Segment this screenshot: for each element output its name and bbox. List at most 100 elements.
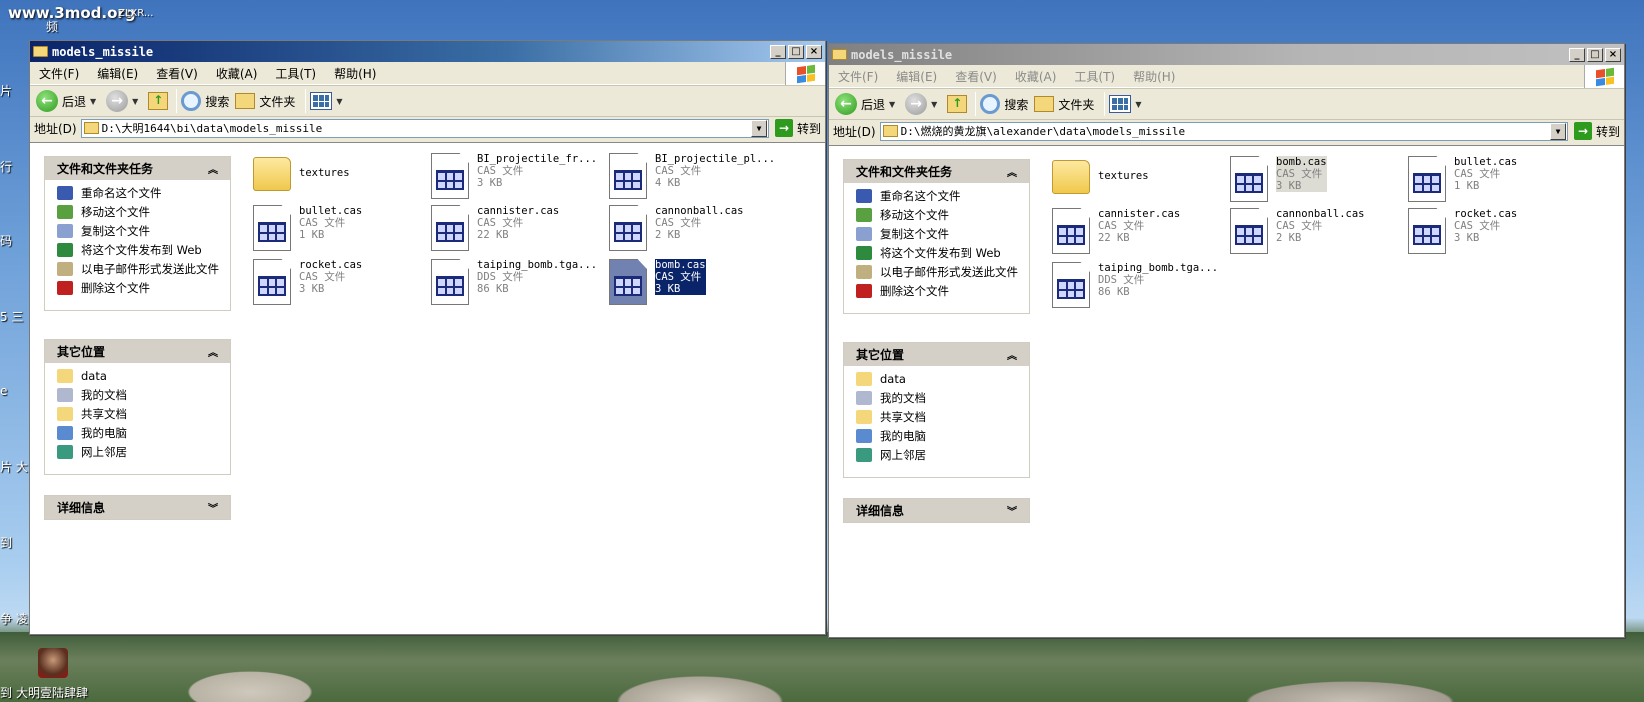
- file-item[interactable]: BI_projectile_fr... CAS 文件 3 KB: [431, 153, 601, 203]
- tasks-item[interactable]: 移动这个文件: [856, 208, 1029, 222]
- tasks-item[interactable]: 将这个文件发布到 Web: [57, 243, 230, 257]
- menu-item[interactable]: 收藏(A): [1006, 68, 1066, 85]
- menu-item[interactable]: 文件(F): [30, 65, 88, 82]
- desktop-icon-label[interactable]: e: [0, 384, 7, 398]
- dropdown-arrow-icon[interactable]: ▼: [889, 100, 895, 109]
- desktop-icon-label[interactable]: 片: [0, 82, 12, 99]
- desktop-icon-label[interactable]: 5 三: [0, 308, 23, 325]
- file-item[interactable]: bomb.cas CAS 文件 3 KB: [609, 258, 779, 309]
- back-button[interactable]: ← 后退 ▼: [835, 93, 899, 115]
- places-item[interactable]: 网上邻居: [856, 448, 1029, 462]
- views-button[interactable]: ▼: [310, 92, 346, 110]
- desktop-icon-label[interactable]: 码: [0, 232, 12, 249]
- close-button[interactable]: ×: [1605, 47, 1621, 62]
- tasks-item[interactable]: 以电子邮件形式发送此文件: [57, 262, 230, 276]
- menu-item[interactable]: 工具(T): [1065, 68, 1124, 85]
- desktop-icon-label[interactable]: 行: [0, 158, 12, 175]
- maximize-button[interactable]: □: [788, 44, 804, 59]
- file-item[interactable]: cannister.cas CAS 文件 22 KB: [431, 205, 601, 255]
- file-item[interactable]: cannonball.cas CAS 文件 2 KB: [609, 205, 779, 255]
- details-panel-header[interactable]: 详细信息 ︾: [844, 499, 1029, 522]
- menu-item[interactable]: 帮助(H): [325, 65, 385, 82]
- desktop-icon-label[interactable]: 到: [0, 684, 12, 701]
- tasks-item[interactable]: 移动这个文件: [57, 205, 230, 219]
- expand-chevron-icon[interactable]: ︾: [1007, 503, 1017, 518]
- places-item[interactable]: data: [856, 372, 1029, 386]
- folders-button[interactable]: 文件夹: [1034, 96, 1094, 113]
- back-button[interactable]: ← 后退 ▼: [36, 90, 100, 112]
- places-item[interactable]: 我的电脑: [856, 429, 1029, 443]
- file-item[interactable]: rocket.cas CAS 文件 3 KB: [1408, 208, 1578, 258]
- desktop-shortcut[interactable]: [38, 648, 68, 678]
- tasks-item[interactable]: 重命名这个文件: [57, 186, 230, 200]
- file-item[interactable]: cannonball.cas CAS 文件 2 KB: [1230, 208, 1400, 258]
- up-folder-icon[interactable]: ↑: [947, 95, 968, 113]
- desktop-icon-label[interactable]: 到: [0, 534, 12, 551]
- minimize-button[interactable]: _: [770, 44, 786, 59]
- address-input[interactable]: D:\燃烧的黄龙旗\alexander\data\models_missile ▼: [879, 121, 1568, 141]
- file-item[interactable]: BI_projectile_pl... CAS 文件 4 KB: [609, 153, 779, 203]
- menu-item[interactable]: 编辑(E): [887, 68, 946, 85]
- file-item[interactable]: bomb.cas CAS 文件 3 KB: [1230, 156, 1400, 206]
- file-item[interactable]: cannister.cas CAS 文件 22 KB: [1052, 208, 1222, 258]
- dropdown-arrow-icon[interactable]: ▼: [90, 97, 96, 106]
- places-item[interactable]: 网上邻居: [57, 445, 230, 459]
- minimize-button[interactable]: _: [1569, 47, 1585, 62]
- menu-item[interactable]: 收藏(A): [207, 65, 267, 82]
- search-button[interactable]: 搜索: [980, 94, 1028, 114]
- places-item[interactable]: 我的电脑: [57, 426, 230, 440]
- tasks-item[interactable]: 删除这个文件: [856, 284, 1029, 298]
- menu-item[interactable]: 查看(V): [147, 65, 207, 82]
- folders-button[interactable]: 文件夹: [235, 93, 295, 110]
- maximize-button[interactable]: □: [1587, 47, 1603, 62]
- expand-chevron-icon[interactable]: ︾: [208, 500, 218, 515]
- desktop-shortcut-label[interactable]: 大明壹陆肆肆: [16, 684, 88, 701]
- places-item[interactable]: 共享文档: [856, 410, 1029, 424]
- dropdown-arrow-icon[interactable]: ▼: [132, 97, 138, 106]
- places-panel-header[interactable]: 其它位置 ︽: [45, 340, 230, 363]
- file-item[interactable]: rocket.cas CAS 文件 3 KB: [253, 259, 423, 309]
- views-button[interactable]: ▼: [1109, 95, 1145, 113]
- go-button[interactable]: → 转到: [1573, 122, 1620, 140]
- title-bar[interactable]: models_missile _ □ ×: [30, 41, 825, 62]
- close-button[interactable]: ×: [806, 44, 822, 59]
- file-item[interactable]: taiping_bomb.tga... DDS 文件 86 KB: [431, 259, 601, 309]
- address-input[interactable]: D:\大明1644\bi\data\models_missile ▼: [80, 118, 769, 138]
- places-item[interactable]: 共享文档: [57, 407, 230, 421]
- tasks-panel-header[interactable]: 文件和文件夹任务 ︽: [45, 157, 230, 180]
- dropdown-arrow-icon[interactable]: ▼: [1549, 122, 1566, 140]
- title-bar[interactable]: models_missile _ □ ×: [829, 44, 1624, 65]
- up-folder-icon[interactable]: ↑: [148, 92, 169, 110]
- file-item[interactable]: taiping_bomb.tga... DDS 文件 86 KB: [1052, 262, 1222, 312]
- file-item[interactable]: bullet.cas CAS 文件 1 KB: [1408, 156, 1578, 206]
- forward-button[interactable]: → ▼: [106, 90, 142, 112]
- tasks-item[interactable]: 将这个文件发布到 Web: [856, 246, 1029, 260]
- menu-item[interactable]: 编辑(E): [88, 65, 147, 82]
- tasks-item[interactable]: 删除这个文件: [57, 281, 230, 295]
- places-panel-header[interactable]: 其它位置 ︽: [844, 343, 1029, 366]
- collapse-chevron-icon[interactable]: ︽: [208, 161, 218, 176]
- menu-item[interactable]: 工具(T): [266, 65, 325, 82]
- dropdown-arrow-icon[interactable]: ▼: [931, 100, 937, 109]
- search-button[interactable]: 搜索: [181, 91, 229, 111]
- collapse-chevron-icon[interactable]: ︽: [1007, 164, 1017, 179]
- dropdown-arrow-icon[interactable]: ▼: [750, 119, 767, 137]
- folder-item[interactable]: textures: [253, 153, 423, 203]
- places-item[interactable]: data: [57, 369, 230, 383]
- forward-button[interactable]: → ▼: [905, 93, 941, 115]
- desktop-icon-label[interactable]: 片 大: [0, 458, 28, 475]
- go-button[interactable]: → 转到: [774, 119, 821, 137]
- collapse-chevron-icon[interactable]: ︽: [208, 344, 218, 359]
- menu-item[interactable]: 文件(F): [829, 68, 887, 85]
- desktop-icon-label[interactable]: 争 凌: [0, 610, 28, 627]
- menu-item[interactable]: 查看(V): [946, 68, 1006, 85]
- details-panel-header[interactable]: 详细信息 ︾: [45, 496, 230, 519]
- collapse-chevron-icon[interactable]: ︽: [1007, 347, 1017, 362]
- desktop-icon-label[interactable]: ZLXR...: [118, 8, 153, 19]
- places-item[interactable]: 我的文档: [856, 391, 1029, 405]
- desktop-icon-label[interactable]: 频: [46, 18, 58, 35]
- tasks-item[interactable]: 重命名这个文件: [856, 189, 1029, 203]
- tasks-item[interactable]: 以电子邮件形式发送此文件: [856, 265, 1029, 279]
- menu-item[interactable]: 帮助(H): [1124, 68, 1184, 85]
- folder-item[interactable]: textures: [1052, 156, 1222, 206]
